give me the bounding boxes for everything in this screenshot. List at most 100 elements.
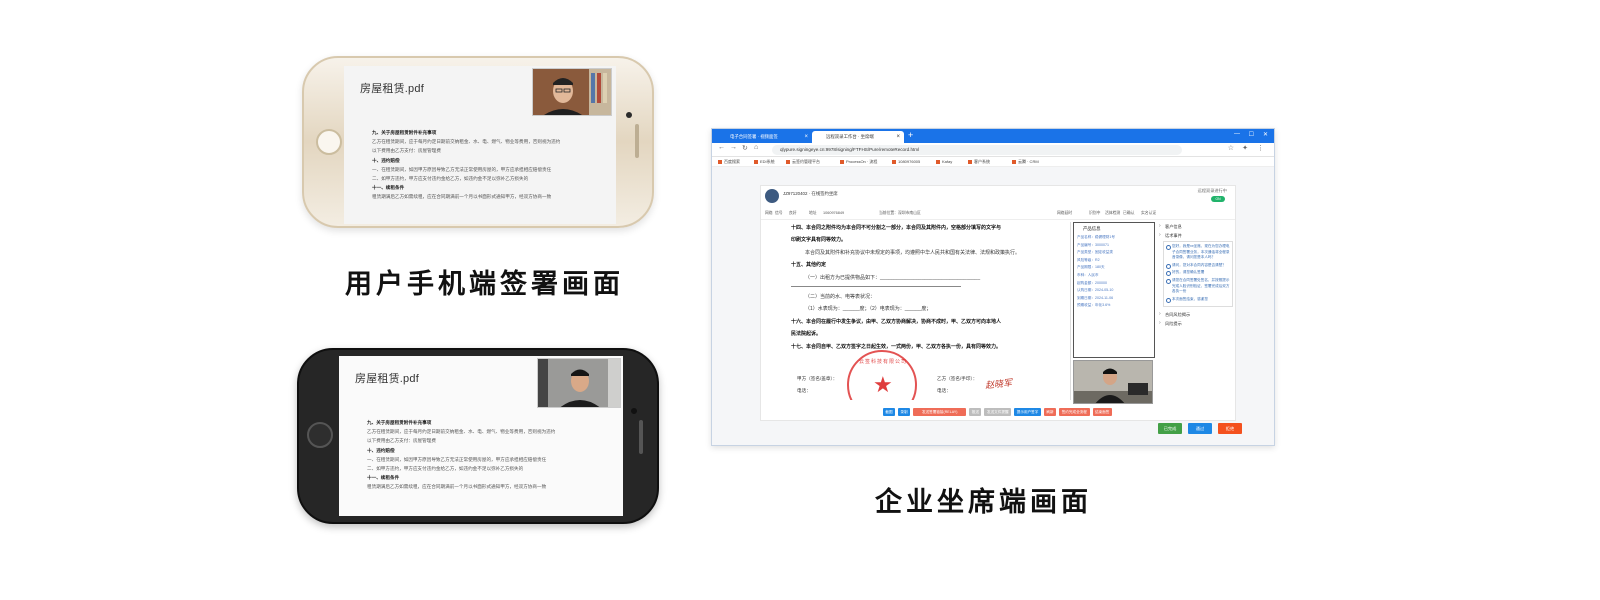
pdf-line: 九、关于房屋租赁附件补充事项 — [367, 420, 432, 425]
script-item[interactable]: 您好，我是xx坐席，现在为您办理电子合同签署业务，本次通话将全程录音录像，请问您… — [1166, 244, 1230, 261]
pdf-line: 租赁期满后乙方如需续租，应在合同期满前一个月以书面形式通知甲方，经双方协商一致 — [367, 484, 547, 490]
signing-workbench: JZ97120402 · 在线签约坐席 远程双录进行中 ON 网络 信号 良好 地址 1… — [760, 185, 1236, 421]
action-button[interactable]: 发送文件提醒 — [984, 408, 1012, 416]
bookmarks-bar: 百度搜索 EDI系统 云签约管理平台 ProcessOn · 流程 1080976005… — [712, 157, 1274, 167]
home-icon[interactable]: ⌂ — [754, 144, 758, 151]
caption-phone: 用户手机端签署画面 — [345, 269, 624, 299]
menu-icon[interactable]: ⋮ — [1257, 144, 1264, 152]
status-item: 地址 — [809, 211, 817, 215]
bookmark-item[interactable]: EDI系统 — [754, 158, 775, 166]
pdf-line: 九、关于房屋租赁附件补充事项 — [372, 130, 437, 135]
bookmark-item[interactable]: 客户系统 — [968, 158, 990, 166]
close-window-icon[interactable]: ✕ — [1263, 131, 1268, 138]
footer-button[interactable]: 拒绝 — [1218, 423, 1242, 434]
script-item[interactable]: 本次面签结束，感谢您 — [1166, 297, 1230, 303]
tab-label: 远程双录工作台 · 坐席端 — [826, 134, 874, 139]
side-section-header[interactable]: 话术事件 — [1159, 231, 1233, 240]
workbench-header: JZ97120402 · 在线签约坐席 远程双录进行中 ON — [761, 186, 1235, 208]
forward-icon[interactable]: → — [730, 144, 737, 151]
pdf-line: 租赁期满后乙方如需续租，应在合同期满前一个月以书面形式通知甲方，经双方协商一致 — [372, 194, 552, 200]
pdf-line: 一、在租赁期间，如因甲方原因导致乙方无法正常使用房屋的，甲方应承担相应赔偿责任 — [367, 456, 547, 462]
script-item[interactable]: 请问，您对本合同内容是否清楚？ — [1166, 263, 1230, 269]
footer-button[interactable]: 已完成 — [1158, 423, 1182, 434]
script-item[interactable]: 请您在合同签署处签名，并按照提示完成人脸识别验证，签署完成后双方各执一份 — [1166, 278, 1230, 295]
status-row: 网络 信号 良好 地址 1060976849 当前位置：深圳市南山区 网络延时 识别中 活体检测… — [761, 208, 1235, 220]
agent-portrait-image — [538, 359, 620, 407]
script-list: 您好，我是xx坐席，现在为您办理电子合同签署业务，本次通话将全程录音录像，请问您… — [1163, 241, 1233, 308]
side-section-header[interactable]: 风险提示 — [1159, 319, 1233, 328]
close-icon[interactable]: × — [804, 131, 808, 143]
contract-line: 十五、其他约定 — [791, 262, 827, 269]
product-row: 产品期限：180天 — [1077, 265, 1105, 270]
pdf-line: 十、违约赔偿 — [372, 157, 400, 163]
tab-label: 电子合同签署 · 视频面签 — [730, 134, 778, 139]
home-button[interactable] — [307, 422, 333, 448]
pdf-line: 二、如甲方违约，甲方应支付违约金给乙方，如违约金不足以弥补乙方损失的 — [367, 466, 524, 472]
status-item: 活体检测 — [1105, 211, 1121, 215]
pdf-title: 房屋租赁.pdf — [355, 373, 419, 385]
side-section-header[interactable]: 客户信息 — [1159, 222, 1233, 231]
blank-rule — [791, 286, 961, 288]
product-title: 产品信息 — [1083, 226, 1101, 231]
bookmark-item[interactable]: Kafay — [936, 158, 952, 166]
home-button[interactable] — [316, 129, 342, 155]
user-phone-gold: 房屋租赁.pdf 九、关于房屋租赁附件补充事项 乙方在租赁期间，应于每月约定日期前… — [302, 56, 654, 228]
contract-document: 十四、本合同之附件均为本合同不可分割之一部分，本合同及其附件内，空格部分填写的文… — [787, 222, 1071, 400]
agent-portrait-image — [533, 69, 611, 115]
back-icon[interactable]: ← — [718, 144, 725, 151]
contract-line: 本合同及其附件和补充协议中未规定的事项，均遵照中华人民共和国有关法律、法规和政策… — [805, 249, 1021, 256]
company-seal: 云签科技有限公司 ★ — [847, 350, 917, 400]
pdf-line: 乙方在租赁期间，应于每月约定日期前交纳租金、水、电、燃气、物业等费用，否则视为违… — [372, 139, 561, 145]
agent-video-tile — [537, 358, 621, 408]
product-row: 产品名称：稳健理财1号 — [1077, 235, 1115, 239]
action-button[interactable]: 刷新 — [1044, 408, 1056, 416]
contract-line: 十七、本合同自甲、乙双方签字之日起生效，一式两份，甲、乙双方各执一份，具有同等效… — [791, 343, 1002, 350]
bookmark-item[interactable]: 1080976005 — [892, 158, 920, 166]
extensions-icon[interactable]: ✦ — [1242, 144, 1248, 152]
record-toggle[interactable]: ON — [1211, 196, 1225, 202]
tab-contract[interactable]: 电子合同签署 · 视频面签 × — [716, 131, 812, 143]
product-row: 产品编号：3000071 — [1077, 242, 1109, 247]
action-button[interactable]: 录制 — [898, 408, 910, 416]
url-input[interactable]: qlypure.signingeye.cn:9978/signing/FTFHS… — [772, 145, 1182, 155]
agent-name: JZ97120402 · 在线签约坐席 — [783, 191, 838, 196]
tab-workbench[interactable]: 远程双录工作台 · 坐席端 × — [812, 131, 904, 143]
action-button[interactable]: 推送 — [969, 408, 982, 416]
reload-icon[interactable]: ↻ — [742, 144, 748, 152]
footer-button[interactable]: 通过 — [1188, 423, 1212, 434]
new-tab-icon[interactable]: + — [908, 130, 913, 140]
script-item[interactable]: 好的，请您确认签署 — [1166, 270, 1230, 276]
action-button[interactable]: 截图 — [883, 408, 895, 416]
party-b-label: 乙方（签名/手印）： — [937, 376, 978, 381]
status-item: 良好 — [789, 211, 797, 215]
pdf-line: 以下费用由乙方支付：房屋管理费 — [367, 438, 436, 444]
bookmark-item[interactable]: 云签约管理平台 — [786, 158, 820, 166]
contract-line: 印刷文字具有同等效力。 — [791, 237, 847, 244]
side-section-header[interactable]: 合同风险揭示 — [1159, 310, 1233, 319]
pdf-line: 十一、续租条件 — [372, 185, 405, 191]
bookmark-item[interactable]: 云腾 · CRM — [1012, 158, 1039, 166]
star-icon[interactable]: ☆ — [1228, 144, 1234, 152]
close-icon[interactable]: × — [896, 131, 900, 143]
action-button[interactable]: 提示用户签字 — [1014, 408, 1041, 416]
pdf-line: 一、在租赁期间，如因甲方原因导致乙方无法正常使用房屋的，甲方应承担相应赔偿责任 — [372, 166, 552, 172]
contract-line: （1）水表现为：______度；（2）电表现为：______度； — [805, 306, 932, 313]
product-row: 币种：人民币 — [1077, 272, 1099, 277]
party-b-phone: 电话： — [937, 388, 951, 393]
speaker-grille — [639, 420, 643, 454]
action-button[interactable]: 发送签署链接(RELAY) — [913, 408, 967, 416]
seal-text: 云签科技有限公司 — [859, 359, 908, 365]
status-item: 识别中 — [1089, 211, 1101, 215]
script-side-panel: 客户信息话术事件您好，我是xx坐席，现在为您办理电子合同签署业务，本次通话将全程… — [1159, 222, 1233, 404]
contract-text: 十四、本合同之附件均为本合同不可分割之一部分，本合同及其附件内，空格部分填写的文… — [787, 222, 1070, 353]
minimize-icon[interactable]: — — [1234, 131, 1240, 137]
front-camera — [626, 112, 632, 118]
maximize-icon[interactable]: ☐ — [1249, 131, 1254, 138]
address-bar: ← → ↻ ⌂ qlypure.signingeye.cn:9978/signi… — [712, 143, 1274, 157]
bookmark-item[interactable]: ProcessOn · 流程 — [840, 158, 877, 166]
action-button[interactable]: 签约完成全流程 — [1059, 408, 1090, 416]
status-item: 1060976849 — [823, 211, 845, 215]
action-button[interactable]: 结束面签 — [1092, 408, 1112, 416]
bookmark-item[interactable]: 百度搜索 — [718, 158, 740, 166]
agent-video-tile — [532, 68, 612, 116]
